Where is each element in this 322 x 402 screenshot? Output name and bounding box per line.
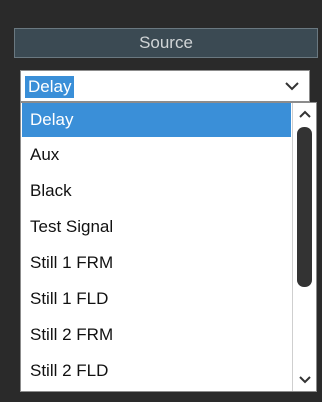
chevron-down-icon: [298, 376, 311, 384]
dropdown-toggle-button[interactable]: [275, 71, 309, 101]
scroll-down-button[interactable]: [293, 369, 316, 391]
source-options-list: Delay Aux Black Test Signal Still 1 FRM …: [20, 102, 317, 392]
chevron-down-icon: [285, 81, 299, 90]
list-item-still-2-fld[interactable]: Still 2 FLD: [22, 354, 291, 388]
source-header-label: Source: [139, 33, 193, 52]
list-item-test-signal[interactable]: Test Signal: [22, 210, 291, 244]
list-item-still-2-frm[interactable]: Still 2 FRM: [22, 318, 291, 352]
list-item-aux[interactable]: Aux: [22, 138, 291, 172]
list-scrollbar[interactable]: [292, 103, 316, 391]
list-item-black[interactable]: Black: [22, 174, 291, 208]
source-dropdown-value: Delay: [25, 76, 75, 98]
scroll-up-button[interactable]: [293, 103, 316, 125]
list-item-still-1-fld[interactable]: Still 1 FLD: [22, 282, 291, 316]
source-dropdown[interactable]: Delay: [20, 70, 310, 102]
scroll-thumb[interactable]: [297, 127, 312, 287]
source-panel: Source Delay Delay Aux Black Test Signal…: [0, 0, 322, 402]
list-item-delay[interactable]: Delay: [22, 103, 291, 137]
chevron-up-icon: [298, 110, 311, 118]
source-header: Source: [14, 28, 318, 58]
list-item-still-1-frm[interactable]: Still 1 FRM: [22, 246, 291, 280]
